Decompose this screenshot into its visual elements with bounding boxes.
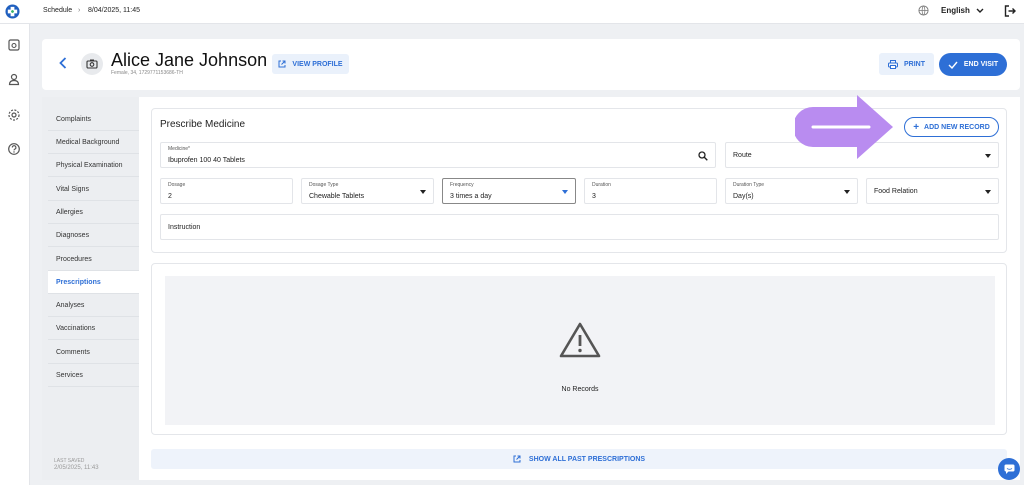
instruction-placeholder: Instruction	[168, 224, 201, 231]
instruction-field[interactable]: Instruction	[160, 214, 999, 240]
patient-header: Alice Jane Johnson Female, 34, 172977115…	[42, 39, 1020, 90]
printer-icon	[888, 59, 898, 69]
duration-type-value: Day(s)	[733, 193, 754, 200]
duration-label: Duration	[592, 182, 611, 188]
duration-type-select[interactable]: Duration Type Day(s)	[725, 178, 858, 204]
duration-field[interactable]: Duration 3	[584, 178, 717, 204]
camera-icon	[86, 59, 98, 69]
check-icon	[948, 61, 958, 69]
duration-value: 3	[592, 193, 596, 200]
menu-item-services[interactable]: Services	[48, 364, 139, 387]
plus-icon: +	[913, 121, 920, 133]
medicine-field[interactable]: Medicine* Ibuprofen 100 40 Tablets	[160, 142, 716, 168]
medicine-value: Ibuprofen 100 40 Tablets	[168, 157, 245, 164]
menu-item-comments[interactable]: Comments	[48, 341, 139, 364]
dosage-type-value: Chewable Tablets	[309, 193, 365, 200]
search-icon[interactable]	[698, 151, 708, 161]
menu-item-physical-examination[interactable]: Physical Examination	[48, 154, 139, 177]
globe-icon	[918, 5, 929, 16]
external-link-icon	[513, 455, 521, 463]
chevron-right-icon: ›	[78, 7, 81, 14]
patient-name: Alice Jane Johnson	[111, 50, 268, 70]
external-link-icon	[278, 60, 286, 68]
show-all-label: SHOW ALL PAST PRESCRIPTIONS	[528, 455, 646, 463]
last-saved-value: 2/05/2025, 11:43	[54, 465, 99, 471]
menu-item-vital-signs[interactable]: Vital Signs	[48, 178, 139, 201]
chat-button[interactable]	[998, 458, 1020, 480]
duration-type-label: Duration Type	[733, 182, 765, 188]
frequency-dropdown-icon	[562, 190, 568, 194]
frequency-value: 3 times a day	[450, 193, 492, 200]
menu-item-complaints[interactable]: Complaints	[48, 108, 139, 131]
view-profile-button[interactable]: VIEW PROFILE	[272, 54, 349, 74]
last-saved-label: LAST SAVED	[54, 458, 85, 464]
settings-icon[interactable]	[7, 108, 21, 122]
prescribe-title: Prescribe Medicine	[160, 119, 246, 130]
menu-item-prescriptions[interactable]: Prescriptions	[48, 271, 139, 294]
patient-photo-button[interactable]	[81, 53, 103, 75]
dosage-label: Dosage	[168, 182, 186, 188]
patient-details: Female, 34, 1729771153686-TH	[111, 70, 183, 76]
dosage-type-dropdown-icon	[420, 190, 426, 194]
top-bar: Schedule › 8/04/2025, 11:45 English	[0, 0, 1024, 24]
no-records-text: No Records	[561, 386, 599, 393]
calendar-icon[interactable]	[7, 38, 21, 52]
breadcrumb-schedule[interactable]: Schedule	[43, 7, 72, 14]
medicine-label: Medicine*	[168, 146, 190, 152]
empty-state: No Records	[165, 276, 995, 425]
menu-item-vaccinations[interactable]: Vaccinations	[48, 317, 139, 340]
breadcrumb-datetime: 8/04/2025, 11:45	[88, 7, 141, 14]
help-icon[interactable]	[7, 142, 21, 156]
menu-item-medical-background[interactable]: Medical Background	[48, 131, 139, 154]
dosage-type-select[interactable]: Dosage Type Chewable Tablets	[301, 178, 434, 204]
menu-item-diagnoses[interactable]: Diagnoses	[48, 224, 139, 247]
frequency-select[interactable]: Frequency 3 times a day	[442, 178, 576, 204]
language-label: English	[941, 6, 970, 15]
chevron-down-icon	[976, 8, 984, 13]
print-label: PRINT	[904, 60, 925, 68]
food-relation-select[interactable]: Food Relation	[866, 178, 999, 204]
add-new-record-button[interactable]: + ADD NEW RECORD	[904, 117, 999, 137]
menu-item-allergies[interactable]: Allergies	[48, 201, 139, 224]
app-logo-icon[interactable]	[5, 4, 20, 19]
back-arrow-icon[interactable]	[59, 57, 67, 69]
route-placeholder: Route	[733, 152, 752, 159]
language-selector[interactable]: English	[918, 5, 984, 16]
route-dropdown-icon	[985, 154, 991, 158]
dosage-type-label: Dosage Type	[309, 182, 339, 188]
logout-icon[interactable]	[1004, 5, 1016, 17]
records-card: No Records	[151, 263, 1007, 435]
dosage-field[interactable]: Dosage 2	[160, 178, 293, 204]
menu-item-analyses[interactable]: Analyses	[48, 294, 139, 317]
end-visit-label: END VISIT	[963, 61, 999, 68]
dosage-value: 2	[168, 193, 172, 200]
side-nav	[0, 24, 30, 485]
frequency-label: Frequency	[450, 182, 474, 188]
duration-type-dropdown-icon	[844, 190, 850, 194]
section-menu: Complaints Medical Background Physical E…	[42, 97, 139, 480]
end-visit-button[interactable]: END VISIT	[939, 53, 1007, 76]
warning-icon	[559, 322, 601, 358]
user-icon[interactable]	[7, 72, 21, 86]
menu-item-procedures[interactable]: Procedures	[48, 248, 139, 271]
annotation-arrow-icon	[795, 95, 893, 159]
food-relation-placeholder: Food Relation	[874, 188, 918, 195]
view-profile-label: VIEW PROFILE	[292, 60, 343, 68]
chat-icon	[1004, 464, 1014, 474]
show-all-past-prescriptions-button[interactable]: SHOW ALL PAST PRESCRIPTIONS	[151, 449, 1007, 469]
food-relation-dropdown-icon	[985, 190, 991, 194]
add-new-record-label: ADD NEW RECORD	[924, 123, 990, 131]
print-button[interactable]: PRINT	[879, 53, 934, 75]
